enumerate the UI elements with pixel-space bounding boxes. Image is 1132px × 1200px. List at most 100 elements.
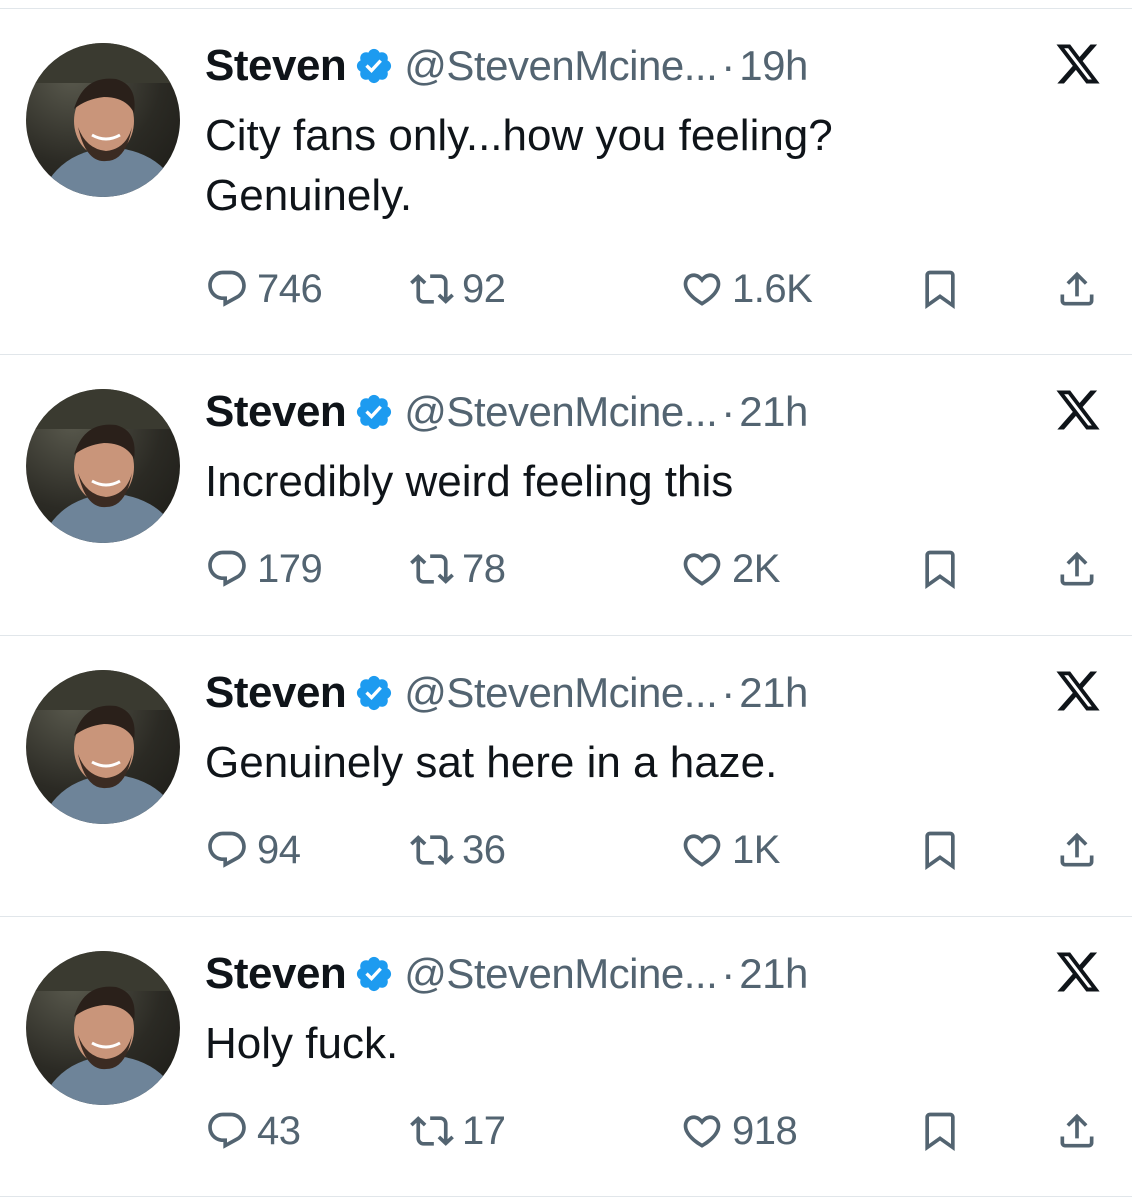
timestamp[interactable]: 21h [739, 388, 808, 436]
like-count: 2K [732, 546, 780, 591]
like-count: 918 [732, 1108, 798, 1153]
heart-icon [683, 273, 721, 306]
tweet-text-line: City fans only...how you feeling? [205, 111, 833, 160]
like-count: 1.6K [732, 266, 813, 311]
tweet-text: City fans only...how you feeling? Genuin… [205, 106, 1085, 226]
reply-count: 43 [257, 1108, 301, 1153]
separator-dot: · [721, 950, 736, 997]
share-icon [1060, 832, 1094, 867]
like-button[interactable]: 918 [680, 1106, 798, 1156]
share-button[interactable] [1055, 264, 1099, 314]
retweet-button[interactable]: 92 [410, 264, 506, 314]
retweet-button[interactable]: 17 [410, 1106, 506, 1156]
bookmark-button[interactable] [918, 544, 962, 594]
reply-count: 179 [257, 546, 323, 591]
tweet-header: Steven @StevenMcine... · 21h [205, 385, 808, 439]
bookmark-button[interactable] [918, 1106, 962, 1156]
retweet-icon [410, 1116, 454, 1146]
bottom-divider [0, 1196, 1132, 1197]
bookmark-button[interactable] [918, 264, 962, 314]
retweet-count: 78 [462, 546, 506, 591]
x-logo-icon [1056, 44, 1100, 84]
retweet-button[interactable]: 36 [410, 825, 506, 875]
retweet-icon [410, 835, 454, 865]
retweet-count: 17 [462, 1108, 506, 1153]
verified-badge-icon [357, 48, 392, 84]
bookmark-icon [925, 550, 955, 590]
timestamp[interactable]: 21h [739, 950, 808, 998]
bookmark-icon [925, 831, 955, 871]
handle[interactable]: @StevenMcine... [404, 42, 717, 90]
reply-button[interactable]: 94 [205, 825, 301, 875]
verified-badge-icon [357, 956, 392, 992]
x-logo-icon [1056, 390, 1100, 430]
verified-badge-icon [357, 394, 392, 430]
display-name[interactable]: Steven [205, 668, 347, 718]
like-count: 1K [732, 827, 780, 872]
tweet-divider [0, 635, 1132, 636]
tweet-text: Incredibly weird feeling this [205, 452, 1085, 512]
reply-icon [208, 1112, 246, 1149]
verified-badge-icon [357, 675, 392, 711]
share-icon [1060, 551, 1094, 586]
retweet-button[interactable]: 78 [410, 544, 506, 594]
reply-count: 746 [257, 266, 323, 311]
tweet-text-line: Genuinely sat here in a haze. [205, 738, 778, 787]
reply-button[interactable]: 746 [205, 264, 323, 314]
avatar[interactable] [26, 43, 180, 197]
heart-icon [683, 834, 721, 867]
handle[interactable]: @StevenMcine... [404, 388, 717, 436]
reply-count: 94 [257, 827, 301, 872]
reply-icon [208, 550, 246, 587]
share-button[interactable] [1055, 1106, 1099, 1156]
tweet-divider [0, 916, 1132, 917]
separator-dot: · [721, 388, 736, 435]
tweet-header: Steven @StevenMcine... · 21h [205, 666, 808, 720]
action-bar: 94 36 1K [205, 825, 1105, 875]
tweet-divider [0, 354, 1132, 355]
tweet-text-line: Genuinely. [205, 171, 413, 220]
tweet-header: Steven @StevenMcine... · 21h [205, 947, 808, 1001]
avatar[interactable] [26, 951, 180, 1105]
retweet-count: 92 [462, 266, 506, 311]
display-name[interactable]: Steven [205, 387, 347, 437]
action-bar: 746 92 1.6K [205, 264, 1105, 314]
bookmark-button[interactable] [918, 825, 962, 875]
retweet-count: 36 [462, 827, 506, 872]
heart-icon [683, 553, 721, 586]
reply-button[interactable]: 179 [205, 544, 323, 594]
like-button[interactable]: 1K [680, 825, 780, 875]
display-name[interactable]: Steven [205, 41, 347, 91]
like-button[interactable]: 2K [680, 544, 780, 594]
like-button[interactable]: 1.6K [680, 264, 813, 314]
action-bar: 179 78 2K [205, 544, 1105, 594]
avatar[interactable] [26, 670, 180, 824]
display-name[interactable]: Steven [205, 949, 347, 999]
share-icon [1060, 1113, 1094, 1148]
reply-button[interactable]: 43 [205, 1106, 301, 1156]
separator-dot: · [721, 669, 736, 716]
separator-dot: · [721, 42, 736, 89]
handle[interactable]: @StevenMcine... [404, 950, 717, 998]
tweet-text-line: Holy fuck. [205, 1019, 399, 1068]
x-logo-icon [1056, 671, 1100, 711]
tweet-text-line: Incredibly weird feeling this [205, 457, 734, 506]
bookmark-icon [925, 1112, 955, 1152]
share-button[interactable] [1055, 825, 1099, 875]
x-logo-icon [1056, 952, 1100, 992]
share-button[interactable] [1055, 544, 1099, 594]
heart-icon [683, 1115, 721, 1148]
top-divider [0, 8, 1132, 9]
tweet-text: Genuinely sat here in a haze. [205, 733, 1085, 793]
handle[interactable]: @StevenMcine... [404, 669, 717, 717]
tweet-header: Steven @StevenMcine... · 19h [205, 39, 808, 93]
reply-icon [208, 270, 246, 307]
action-bar: 43 17 918 [205, 1106, 1105, 1156]
timestamp[interactable]: 21h [739, 669, 808, 717]
timestamp[interactable]: 19h [739, 42, 808, 90]
tweet-text: Holy fuck. [205, 1014, 1085, 1074]
avatar[interactable] [26, 389, 180, 543]
reply-icon [208, 831, 246, 868]
bookmark-icon [925, 270, 955, 310]
share-icon [1060, 271, 1094, 306]
